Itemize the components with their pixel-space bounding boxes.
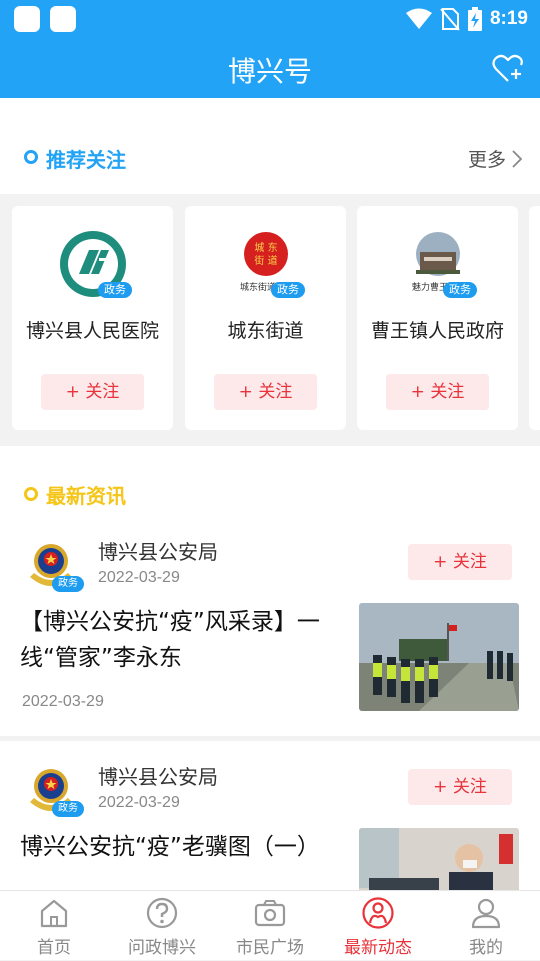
tab-inquiry[interactable]: 问政博兴 (108, 891, 216, 961)
battery-charging-icon (467, 7, 482, 31)
follow-button[interactable]: + 关注 (214, 374, 317, 410)
recommend-card-partial[interactable] (529, 206, 540, 430)
follow-button[interactable]: + 关注 (408, 769, 512, 805)
no-sim-icon (440, 8, 460, 31)
news-date: 2022-03-29 (22, 693, 104, 710)
tab-label: 问政博兴 (128, 938, 196, 958)
card-name: 城东街道 (227, 320, 304, 342)
user-icon (471, 898, 501, 929)
svg-text:城 东: 城 东 (254, 241, 277, 254)
notification-icon (14, 6, 40, 32)
source-date: 2022-03-29 (98, 794, 180, 811)
tab-label: 市民广场 (236, 938, 304, 958)
badge-government: 政务 (98, 282, 132, 298)
tab-mine[interactable]: 我的 (432, 891, 540, 961)
tab-home[interactable]: 首页 (0, 891, 108, 961)
notification-icon (50, 6, 76, 32)
card-name: 博兴县人民医院 (25, 320, 159, 342)
police-photo (359, 603, 519, 711)
more-label: 更多 (467, 149, 506, 171)
tab-label: 我的 (469, 938, 503, 958)
camera-icon (254, 900, 286, 927)
tab-label: 最新动态 (344, 938, 412, 958)
follow-button[interactable]: + 关注 (41, 374, 144, 410)
clock: 8:19 (489, 8, 528, 29)
recommend-card[interactable]: 政务 博兴县人民医院 + 关注 (12, 206, 173, 430)
recommend-card[interactable]: 魅力曹王 政务 曹王镇人民政府 + 关注 (357, 206, 518, 430)
recommend-title: 推荐关注 (46, 148, 126, 172)
source-name: 博兴县公安局 (98, 540, 218, 564)
recommend-card[interactable]: 城 东 街 道 城东街道 政务 城东街道 + 关注 (185, 206, 346, 430)
follow-button[interactable]: + 关注 (386, 374, 489, 410)
news-thumbnail[interactable] (359, 828, 519, 890)
page-title: 博兴号 (227, 55, 312, 88)
follow-button[interactable]: + 关注 (408, 544, 512, 580)
svg-text:街 道: 街 道 (254, 254, 277, 267)
recommend-header: 推荐关注 更多 (0, 98, 540, 194)
wifi-icon (405, 8, 432, 29)
badge-government: 政务 (271, 282, 305, 298)
tab-latest[interactable]: 最新动态 (324, 891, 432, 961)
card-name: 曹王镇人民政府 (370, 320, 504, 342)
bottom-tab-bar: 首页 问政博兴 市民广场 最新动态 我的 (0, 890, 540, 960)
more-link[interactable]: 更多 (468, 145, 522, 172)
section-dot-icon (24, 487, 38, 501)
status-bar: 8:19 (0, 0, 540, 38)
badge-government: 政务 (52, 801, 84, 817)
news-thumbnail[interactable] (359, 603, 519, 711)
source-date: 2022-03-29 (98, 569, 180, 586)
home-icon (40, 899, 68, 928)
news-headline[interactable]: 【博兴公安抗“疫”风采录】一线“管家”李永东 (20, 604, 340, 676)
recommend-list[interactable]: 政务 博兴县人民医院 + 关注 城 东 街 道 城东街道 政务 城东街道 + 关… (0, 194, 540, 446)
chevron-right-icon (512, 149, 522, 168)
news-card[interactable]: 政务 博兴县公安局 2022-03-29 + 关注 【博兴公安抗“疫”风采录】一… (0, 516, 540, 732)
news-headline[interactable]: 博兴公安抗“疫”老骥图（一） (20, 829, 340, 865)
tab-square[interactable]: 市民广场 (216, 891, 324, 961)
office-photo (359, 828, 519, 890)
question-icon (146, 897, 178, 929)
app-header: 博兴号 (0, 38, 540, 98)
source-name: 博兴县公安局 (98, 765, 218, 789)
news-title: 最新资讯 (46, 484, 126, 508)
tab-label: 首页 (37, 938, 71, 958)
badge-government: 政务 (52, 576, 84, 592)
section-dot-icon (24, 150, 38, 164)
main-content[interactable]: 推荐关注 更多 政务 博兴县人民医院 + 关注 城 东 街 道 城东街道 政务 … (0, 98, 540, 890)
badge-government: 政务 (443, 282, 477, 298)
activity-icon (362, 897, 394, 929)
news-card[interactable]: 政务 博兴县公安局 2022-03-29 + 关注 博兴公安抗“疫”老骥图（一） (0, 741, 540, 890)
heart-plus-icon[interactable] (492, 54, 524, 84)
